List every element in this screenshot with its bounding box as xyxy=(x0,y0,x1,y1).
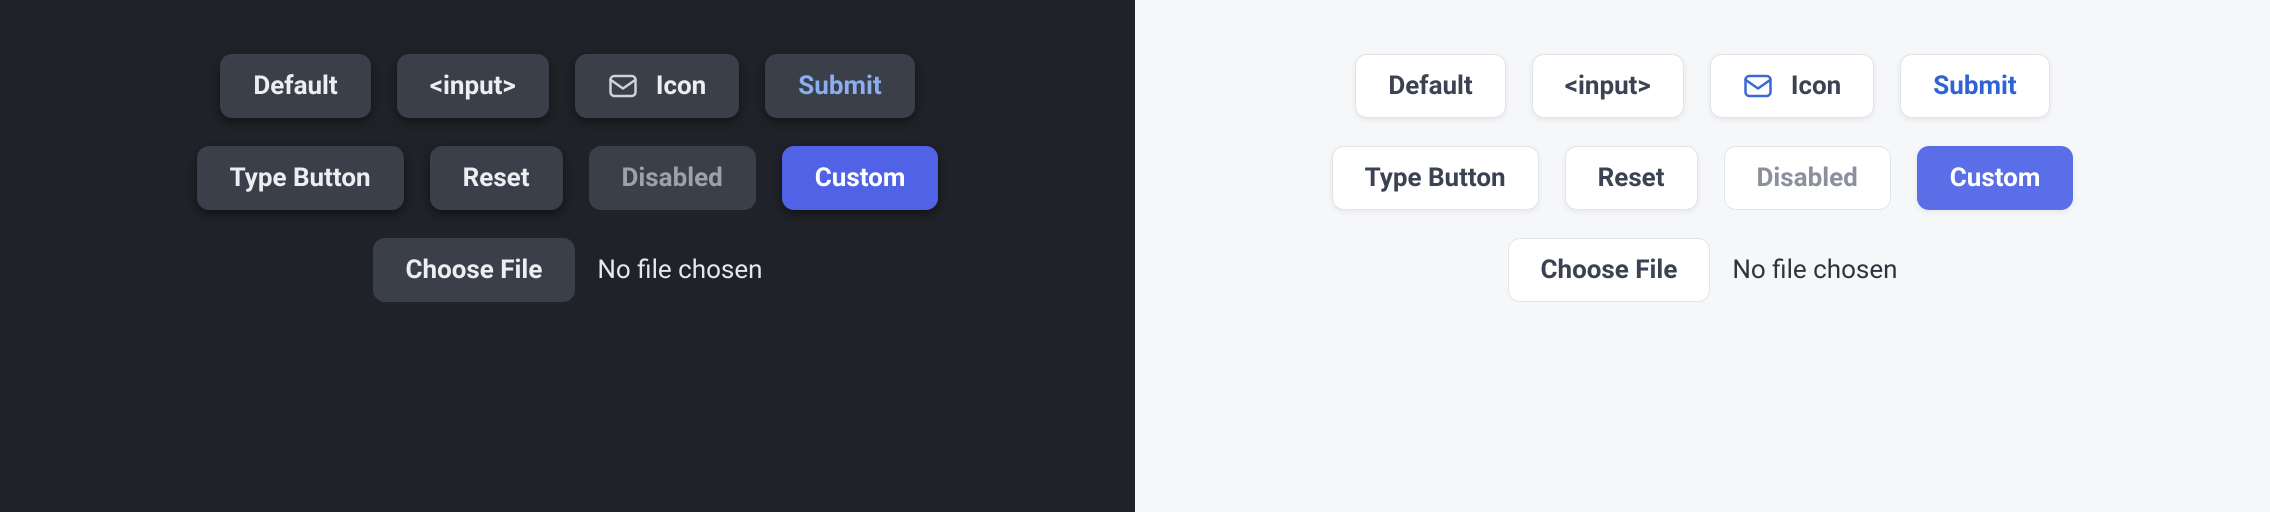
dark-theme-panel: Default <input> Icon Submit Type Button … xyxy=(0,0,1135,512)
choose-file-button[interactable]: Choose File xyxy=(1508,238,1711,302)
icon-button[interactable]: Icon xyxy=(1710,54,1874,118)
choose-file-button[interactable]: Choose File xyxy=(373,238,576,302)
custom-button[interactable]: Custom xyxy=(1917,146,2074,210)
custom-button-label: Custom xyxy=(1950,163,2041,193)
input-button[interactable]: <input> xyxy=(397,54,549,118)
default-button[interactable]: Default xyxy=(1355,54,1505,118)
disabled-button-label: Disabled xyxy=(622,163,723,193)
disabled-button: Disabled xyxy=(589,146,756,210)
disabled-button-label: Disabled xyxy=(1757,163,1858,193)
file-input[interactable]: Choose File No file chosen xyxy=(373,238,763,302)
file-status-text: No file chosen xyxy=(597,255,762,285)
mail-icon xyxy=(608,71,638,101)
icon-button[interactable]: Icon xyxy=(575,54,739,118)
submit-button-label: Submit xyxy=(798,71,881,101)
button-row-2: Type Button Reset Disabled Custom xyxy=(1332,146,2074,210)
file-input[interactable]: Choose File No file chosen xyxy=(1508,238,1898,302)
input-button[interactable]: <input> xyxy=(1532,54,1684,118)
default-button[interactable]: Default xyxy=(220,54,370,118)
mail-icon xyxy=(1743,71,1773,101)
button-row-2: Type Button Reset Disabled Custom xyxy=(197,146,939,210)
input-button-label: <input> xyxy=(430,71,516,101)
button-row-3: Choose File No file chosen xyxy=(373,238,763,302)
reset-button-label: Reset xyxy=(463,163,530,193)
type-button[interactable]: Type Button xyxy=(197,146,404,210)
button-row-1: Default <input> Icon Submit xyxy=(220,54,914,118)
custom-button[interactable]: Custom xyxy=(782,146,939,210)
submit-button[interactable]: Submit xyxy=(765,54,914,118)
default-button-label: Default xyxy=(253,71,337,101)
reset-button[interactable]: Reset xyxy=(430,146,563,210)
button-row-3: Choose File No file chosen xyxy=(1508,238,1898,302)
submit-button-label: Submit xyxy=(1933,71,2016,101)
input-button-label: <input> xyxy=(1565,71,1651,101)
choose-file-label: Choose File xyxy=(406,255,543,285)
file-status-text: No file chosen xyxy=(1732,255,1897,285)
button-row-1: Default <input> Icon Submit xyxy=(1355,54,2049,118)
type-button-label: Type Button xyxy=(230,163,371,193)
submit-button[interactable]: Submit xyxy=(1900,54,2049,118)
reset-button[interactable]: Reset xyxy=(1565,146,1698,210)
disabled-button: Disabled xyxy=(1724,146,1891,210)
default-button-label: Default xyxy=(1388,71,1472,101)
reset-button-label: Reset xyxy=(1598,163,1665,193)
light-theme-panel: Default <input> Icon Submit Type Button … xyxy=(1135,0,2270,512)
custom-button-label: Custom xyxy=(815,163,906,193)
type-button[interactable]: Type Button xyxy=(1332,146,1539,210)
icon-button-label: Icon xyxy=(1791,71,1841,101)
choose-file-label: Choose File xyxy=(1541,255,1678,285)
type-button-label: Type Button xyxy=(1365,163,1506,193)
icon-button-label: Icon xyxy=(656,71,706,101)
